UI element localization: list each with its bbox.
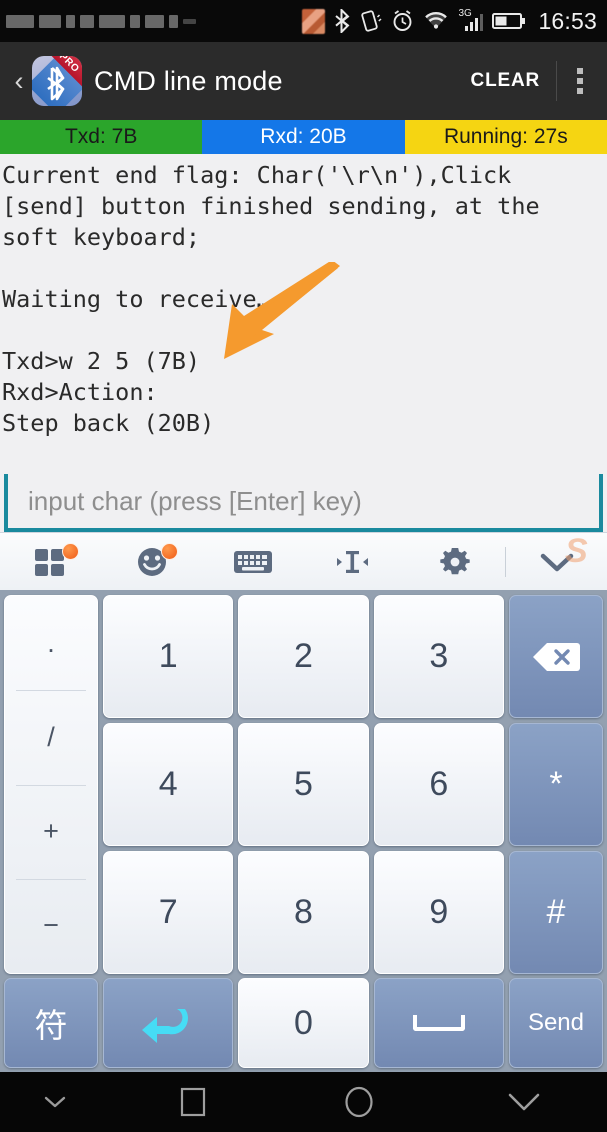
terminal-output-area[interactable]: Current end flag: Char('\r\n'),Click [se…: [0, 154, 607, 474]
status-strip-rxd: Rxd: 20B: [202, 120, 405, 154]
connection-status-strips: Txd: 7B Rxd: 20B Running: 27s: [0, 120, 607, 154]
system-nav-bar: [0, 1072, 607, 1132]
app-logo-bluetooth-icon: PRO: [32, 56, 82, 106]
key-space[interactable]: [373, 978, 504, 1068]
key-0[interactable]: 0: [238, 978, 369, 1068]
cursor-move-icon: [336, 550, 368, 573]
keyboard-bottom-row: 符 0 Send: [0, 978, 607, 1072]
key-2[interactable]: 2: [238, 595, 369, 718]
key-asterisk[interactable]: *: [508, 723, 603, 846]
bluetooth-icon: [335, 9, 350, 33]
overflow-menu-icon[interactable]: [557, 68, 603, 94]
key-3[interactable]: 3: [373, 595, 504, 718]
keyboard-icon: [233, 550, 272, 573]
command-input-wrapper: input char (press [Enter] key): [0, 474, 607, 532]
app-bar: ‹ PRO CMD line mode CLEAR: [0, 42, 607, 120]
clear-button[interactable]: CLEAR: [455, 70, 556, 92]
key-4[interactable]: 4: [103, 723, 234, 846]
keyboard-row-2: 4 5 6 *: [103, 723, 603, 846]
keyboard-row-1: 1 2 3: [103, 595, 603, 718]
status-strip-running: Running: 27s: [404, 120, 607, 154]
numeric-keyboard: . / + − 1 2 3 4 5 6 * 7 8 9 #: [0, 590, 607, 978]
status-bar: 3G 16:53: [0, 0, 607, 42]
back-chevron-icon: [508, 1093, 540, 1111]
ime-toolbar: S: [0, 532, 607, 590]
return-arrow-icon: [142, 1009, 189, 1043]
key-slash[interactable]: /: [5, 690, 97, 784]
keyboard-switch-button[interactable]: [202, 533, 303, 590]
wifi-icon: [425, 12, 448, 29]
space-icon: [412, 1015, 465, 1031]
hide-keyboard-icon: [44, 1096, 66, 1108]
backspace-icon: [532, 642, 580, 671]
key-6[interactable]: 6: [373, 723, 504, 846]
key-1[interactable]: 1: [103, 595, 234, 718]
vibrate-icon: [361, 10, 382, 32]
notification-blurred-icon: [302, 8, 326, 34]
terminal-log-text: Current end flag: Char('\r\n'),Click [se…: [2, 161, 540, 437]
nav-home[interactable]: [276, 1084, 442, 1120]
signal-3g-icon: 3G: [458, 8, 484, 31]
emoji-badge: [161, 543, 178, 560]
ime-watermark: S: [565, 534, 588, 570]
key-send[interactable]: Send: [508, 978, 603, 1068]
command-input-field[interactable]: input char (press [Enter] key): [4, 474, 603, 532]
nav-recents[interactable]: [110, 1085, 276, 1119]
key-7[interactable]: 7: [103, 851, 234, 974]
key-backspace[interactable]: [508, 595, 603, 718]
apps-grid-button[interactable]: [0, 533, 101, 590]
emoji-button[interactable]: [101, 533, 202, 590]
ime-settings-button[interactable]: [404, 533, 505, 590]
key-minus[interactable]: −: [5, 878, 97, 973]
nav-back[interactable]: [441, 1089, 607, 1115]
key-return[interactable]: [103, 978, 234, 1068]
key-period[interactable]: .: [5, 596, 97, 690]
apps-grid-badge: [62, 543, 79, 560]
symbol-column: . / + −: [4, 595, 98, 974]
clock-time: 16:53: [538, 7, 597, 34]
alarm-icon: [393, 10, 412, 31]
status-strip-txd: Txd: 7B: [0, 120, 203, 154]
notification-icons-blurred: [6, 14, 302, 28]
keyboard-row-3: 7 8 9 #: [103, 851, 603, 974]
page-title: CMD line mode: [94, 65, 283, 96]
home-circle-icon: [344, 1086, 373, 1118]
key-plus[interactable]: +: [5, 784, 97, 879]
key-hash[interactable]: #: [508, 851, 603, 974]
key-symbol-cjk[interactable]: 符: [4, 978, 98, 1068]
key-8[interactable]: 8: [238, 851, 369, 974]
key-5[interactable]: 5: [238, 723, 369, 846]
battery-icon: [492, 13, 526, 29]
cursor-move-button[interactable]: [303, 533, 404, 590]
nav-hide-keyboard[interactable]: [0, 1094, 110, 1110]
back-button[interactable]: ‹: [8, 67, 30, 95]
gear-icon: [439, 547, 470, 574]
key-9[interactable]: 9: [373, 851, 504, 974]
recents-square-icon: [180, 1087, 205, 1117]
